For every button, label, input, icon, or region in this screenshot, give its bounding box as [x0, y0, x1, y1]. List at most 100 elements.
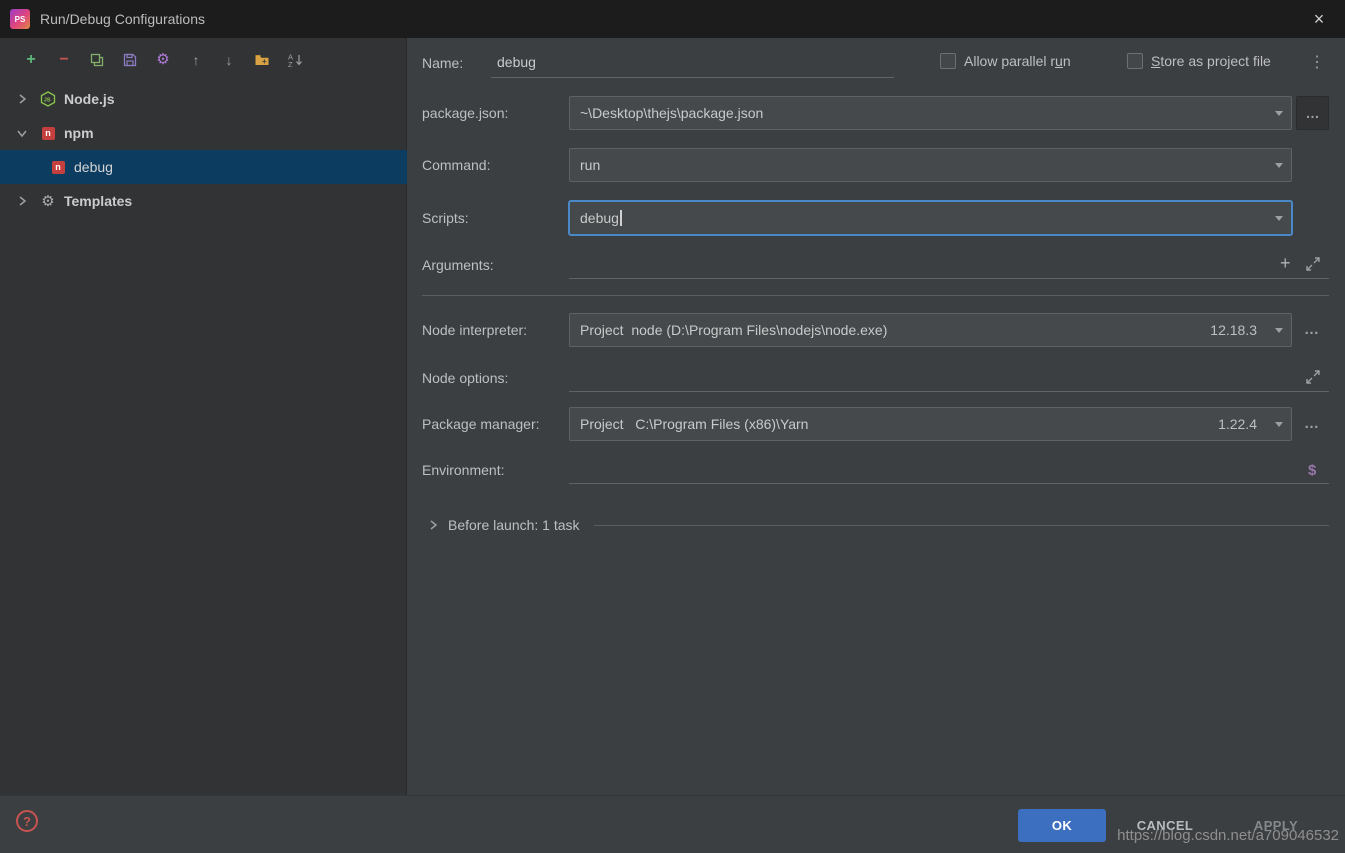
configuration-form: Name: debug Allow parallel run Store as …: [407, 38, 1344, 795]
window-title: Run/Debug Configurations: [40, 11, 205, 27]
more-options-button[interactable]: ⋮: [1309, 52, 1325, 72]
npm-icon: n: [40, 125, 56, 141]
node-options-label: Node options:: [422, 368, 508, 388]
arguments-label: Arguments:: [422, 255, 494, 275]
ellipsis-icon: …: [1304, 415, 1319, 432]
package-manager-value: Project C:\Program Files (x86)\Yarn: [570, 416, 1218, 432]
sort-alphabetically-button[interactable]: AZ: [287, 52, 303, 68]
add-argument-button[interactable]: +: [1280, 254, 1291, 272]
new-folder-icon: +: [254, 52, 270, 68]
close-icon: ×: [1314, 9, 1325, 29]
svg-text:Z: Z: [288, 60, 293, 68]
move-down-button[interactable]: ↓: [221, 52, 237, 68]
expand-arguments-button[interactable]: [1305, 256, 1321, 275]
allow-parallel-run-label: Allow parallel run: [964, 53, 1071, 69]
gear-icon: ⚙: [156, 52, 169, 68]
combo-arrow-icon[interactable]: [1267, 408, 1291, 440]
node-interpreter-version: 12.18.3: [1210, 322, 1257, 338]
close-button[interactable]: ×: [1303, 9, 1335, 30]
scripts-value: debug: [570, 210, 1267, 226]
add-configuration-button[interactable]: +: [23, 52, 39, 68]
tree-item-label: Node.js: [64, 91, 115, 107]
package-manager-select[interactable]: Project C:\Program Files (x86)\Yarn 1.22…: [569, 407, 1292, 441]
checkbox-box: [940, 53, 956, 69]
floppy-disk-icon: [122, 52, 138, 68]
expand-node-options-button[interactable]: [1305, 369, 1321, 388]
tree-item-debug[interactable]: n debug: [0, 150, 407, 184]
configurations-sidebar: + − ⚙ ↑ ↓ + AZ: [0, 38, 407, 795]
title-bar: PS Run/Debug Configurations ×: [0, 0, 1345, 38]
arrow-down-icon: ↓: [226, 52, 233, 68]
name-input[interactable]: debug: [491, 47, 894, 78]
move-up-button[interactable]: ↑: [188, 52, 204, 68]
package-json-browse-button[interactable]: …: [1296, 96, 1329, 130]
run-debug-configurations-dialog: PS Run/Debug Configurations × + − ⚙ ↑ ↓ …: [0, 0, 1345, 853]
combo-arrow-icon[interactable]: [1267, 314, 1291, 346]
allow-parallel-run-checkbox[interactable]: Allow parallel run: [940, 53, 1071, 69]
ellipsis-icon: …: [1304, 321, 1319, 338]
save-configuration-button[interactable]: [122, 52, 138, 68]
dollar-icon: $: [1308, 462, 1316, 479]
package-json-value: ~\Desktop\thejs\package.json: [570, 105, 1267, 121]
text-caret: [620, 210, 622, 226]
tree-item-npm[interactable]: n npm: [0, 116, 407, 150]
npm-icon: n: [50, 159, 66, 175]
copy-icon: [89, 52, 105, 68]
package-manager-version: 1.22.4: [1218, 416, 1257, 432]
cancel-button[interactable]: CANCEL: [1116, 809, 1214, 842]
sort-az-icon: AZ: [287, 52, 303, 68]
tree-item-label: debug: [74, 159, 113, 175]
ok-button[interactable]: OK: [1018, 809, 1106, 842]
minus-icon: −: [59, 52, 68, 68]
edit-templates-button[interactable]: ⚙: [155, 52, 171, 68]
help-button[interactable]: ?: [16, 810, 38, 832]
nodejs-icon: JS: [40, 91, 56, 107]
tree-item-label: Templates: [64, 193, 132, 209]
copy-configuration-button[interactable]: [89, 52, 105, 68]
kebab-icon: ⋮: [1309, 54, 1325, 71]
environment-input[interactable]: [569, 453, 1329, 484]
tree-item-nodejs[interactable]: JS Node.js: [0, 82, 407, 116]
command-select[interactable]: run: [569, 148, 1292, 182]
store-as-project-file-label: Store as project file: [1151, 53, 1271, 69]
package-manager-label: Package manager:: [422, 414, 540, 434]
chevron-right-icon[interactable]: [427, 519, 439, 531]
tree-item-templates[interactable]: ⚙ Templates: [0, 184, 407, 218]
before-launch-divider: [594, 525, 1329, 526]
plus-icon: +: [26, 52, 35, 68]
apply-button[interactable]: APPLY: [1226, 809, 1326, 842]
dialog-footer: ? OK CANCEL APPLY: [0, 795, 1345, 853]
expand-icon: [1305, 369, 1321, 385]
chevron-right-icon[interactable]: [16, 93, 28, 105]
tree-item-label: npm: [64, 125, 94, 141]
command-label: Command:: [422, 155, 490, 175]
name-label: Name:: [422, 53, 463, 73]
node-interpreter-browse-button[interactable]: …: [1304, 321, 1319, 338]
arrow-up-icon: ↑: [193, 52, 200, 68]
before-launch-section[interactable]: Before launch: 1 task: [422, 515, 1329, 535]
remove-configuration-button[interactable]: −: [56, 52, 72, 68]
package-json-select[interactable]: ~\Desktop\thejs\package.json: [569, 96, 1292, 130]
scripts-label: Scripts:: [422, 208, 469, 228]
combo-arrow-icon[interactable]: [1267, 149, 1291, 181]
combo-arrow-icon[interactable]: [1267, 202, 1291, 234]
section-separator: [422, 295, 1329, 296]
package-manager-browse-button[interactable]: …: [1304, 415, 1319, 432]
new-folder-button[interactable]: +: [254, 52, 270, 68]
help-icon: ?: [23, 814, 31, 829]
arguments-input[interactable]: [569, 248, 1329, 279]
configurations-tree: JS Node.js n npm n debug ⚙: [0, 82, 407, 218]
chevron-down-icon[interactable]: [16, 127, 28, 139]
store-as-project-file-checkbox[interactable]: Store as project file: [1127, 53, 1271, 69]
svg-text:JS: JS: [44, 98, 51, 104]
plus-icon: +: [1280, 253, 1291, 273]
node-options-input[interactable]: [569, 361, 1329, 392]
node-interpreter-label: Node interpreter:: [422, 320, 527, 340]
combo-arrow-icon[interactable]: [1267, 97, 1291, 129]
package-json-label: package.json:: [422, 103, 508, 123]
name-value: debug: [491, 47, 894, 77]
environment-variables-button[interactable]: $: [1308, 462, 1316, 479]
node-interpreter-select[interactable]: Project node (D:\Program Files\nodejs\no…: [569, 313, 1292, 347]
chevron-right-icon[interactable]: [16, 195, 28, 207]
scripts-select[interactable]: debug: [569, 201, 1292, 235]
